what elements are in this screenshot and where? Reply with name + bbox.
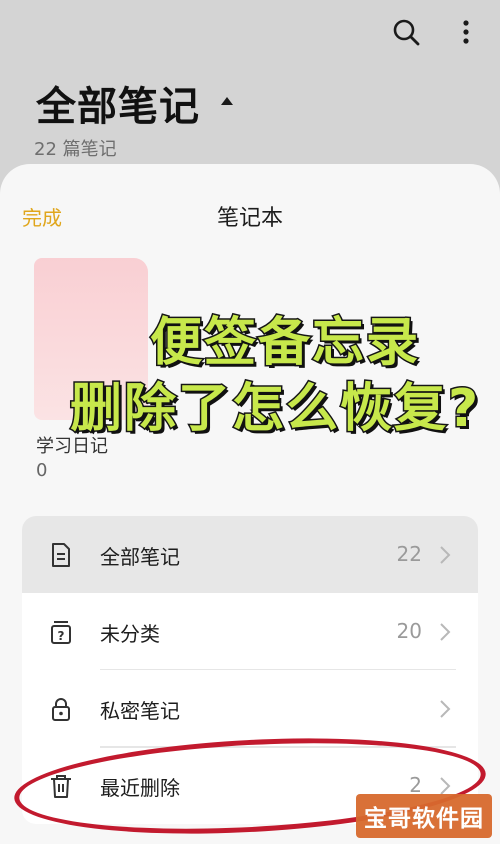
more-options-button[interactable] — [448, 14, 484, 50]
menu-item-label: 私密笔记 — [100, 699, 180, 723]
uncategorized-icon: ? — [51, 621, 71, 644]
page-title[interactable]: 全部笔记 — [36, 74, 200, 132]
sheet-title: 笔记本 — [216, 206, 283, 231]
menu-item-private-notes[interactable]: 私密笔记 — [22, 670, 478, 747]
more-vertical-icon — [463, 20, 469, 44]
overlay-caption-line1: 便签备忘录 — [148, 312, 421, 375]
top-app-bar — [0, 0, 500, 70]
chevron-right-icon — [440, 623, 451, 641]
notebook-count: 0 — [36, 460, 48, 481]
watermark-logo: 宝哥软件园 — [356, 794, 492, 838]
menu-item-uncategorized[interactable]: ? 未分类 20 — [22, 593, 478, 670]
menu-item-count: 22 — [396, 542, 422, 566]
menu-item-label: 全部笔记 — [100, 545, 180, 569]
search-button[interactable] — [388, 14, 424, 50]
lock-icon — [52, 698, 70, 721]
menu-item-label: 未分类 — [100, 622, 160, 646]
document-icon — [52, 543, 70, 567]
chevron-right-icon — [440, 700, 451, 718]
overlay-caption-line2: 删除了怎么恢复? — [68, 378, 481, 441]
search-icon — [393, 19, 420, 46]
note-count-subtitle: 22 篇笔记 — [34, 139, 117, 160]
menu-item-all-notes[interactable]: 全部笔记 22 — [22, 516, 478, 593]
svg-text:?: ? — [58, 629, 65, 643]
caret-up-icon[interactable] — [220, 96, 234, 106]
menu-item-count: 20 — [396, 619, 422, 643]
chevron-right-icon — [440, 546, 451, 564]
